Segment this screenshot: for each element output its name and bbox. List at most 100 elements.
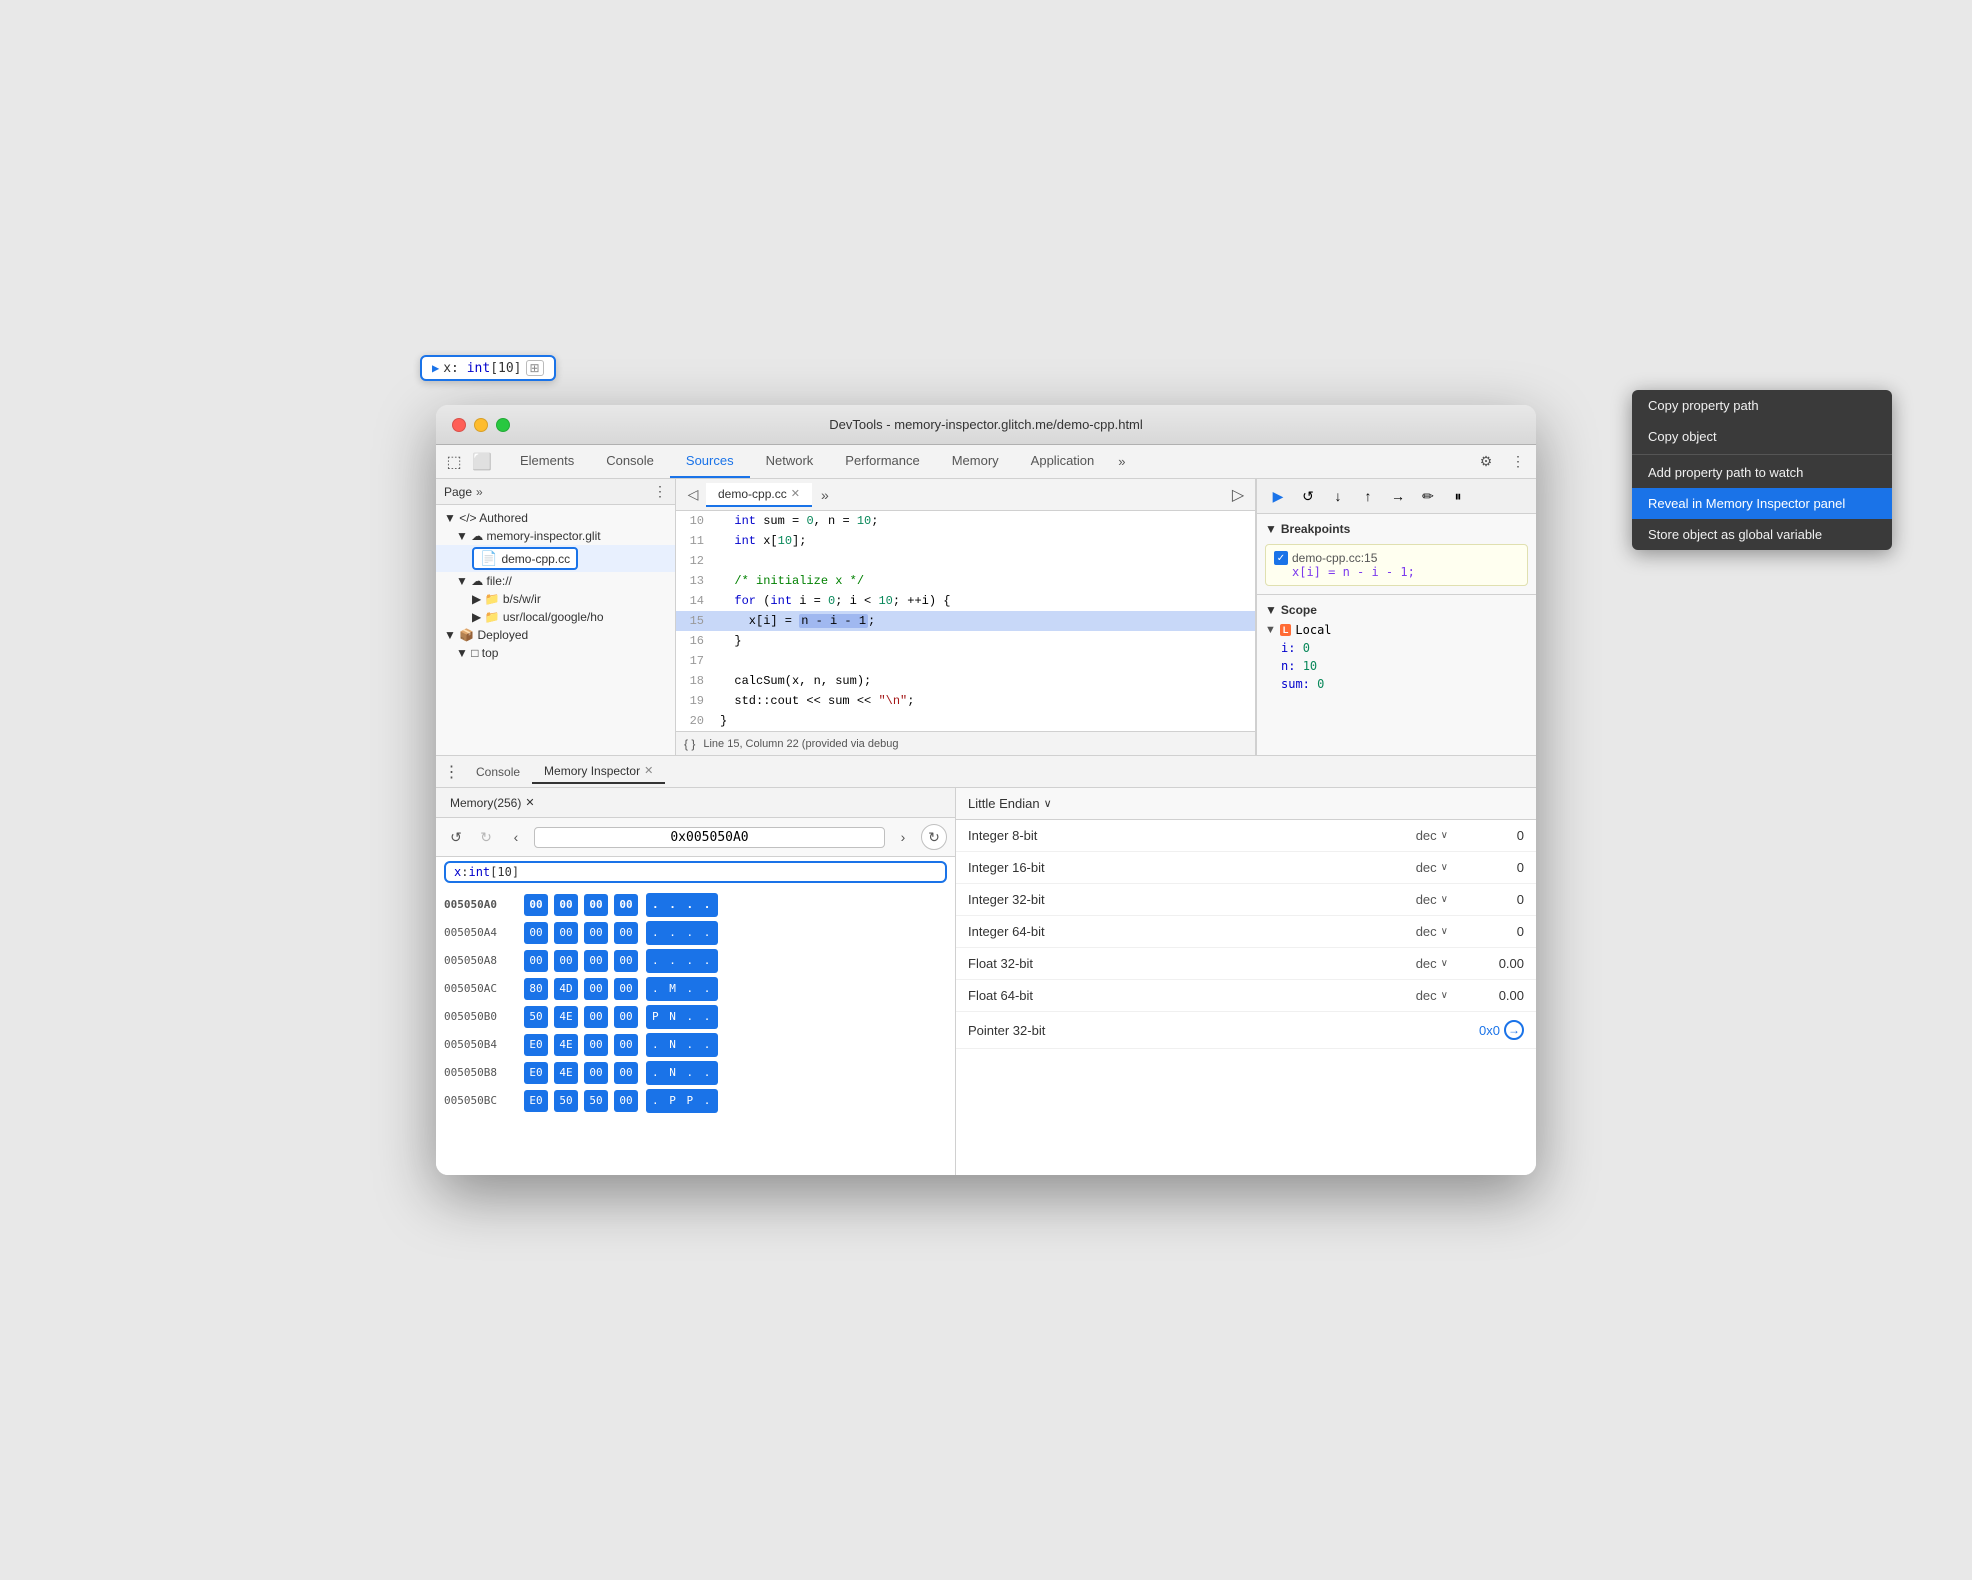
tab-application[interactable]: Application xyxy=(1015,445,1111,478)
tree-item-memory-inspector[interactable]: ▼ ☁ memory-inspector.glit xyxy=(436,527,675,545)
tab-more[interactable]: » xyxy=(1110,446,1133,477)
bottom-dots-menu[interactable]: ⋮ xyxy=(440,760,464,784)
tab-network[interactable]: Network xyxy=(750,445,830,478)
memory-fwd-btn[interactable]: ↻ xyxy=(474,825,498,849)
source-tab-close[interactable]: ✕ xyxy=(791,487,800,500)
mem-chars-2: . . . . xyxy=(646,949,718,973)
memory-row-4: 005050B0 50 4E 00 00 P N . . xyxy=(436,1003,955,1031)
data-row-ptr32: Pointer 32-bit 0x0 → xyxy=(956,1012,1536,1049)
tree-authored-label: ▼ </> Authored xyxy=(444,511,528,525)
tree-item-file[interactable]: ▼ ☁ file:// xyxy=(436,572,675,590)
tree-item-usr[interactable]: ▶ 📁 usr/local/google/ho xyxy=(436,608,675,626)
format-chevron-int8: ∨ xyxy=(1441,830,1448,841)
endian-label: Little Endian xyxy=(968,796,1040,811)
tree-item-authored[interactable]: ▼ </> Authored xyxy=(436,509,675,527)
source-nav-back[interactable]: ◁ xyxy=(680,482,706,508)
debug-deactivate[interactable]: ✏ xyxy=(1415,483,1441,509)
file-panel-more[interactable]: » xyxy=(476,485,483,499)
mem-chars-5: . N . . xyxy=(646,1033,718,1057)
scope-title: Scope xyxy=(1281,603,1317,617)
memory-row-3: 005050AC 80 4D 00 00 . M . . xyxy=(436,975,955,1003)
debug-reload[interactable]: ↺ xyxy=(1295,483,1321,509)
mem-chars-7: . P P . xyxy=(646,1089,718,1113)
status-text: Line 15, Column 22 (provided via debug xyxy=(703,738,898,750)
bp-checkbox[interactable]: ✓ xyxy=(1274,551,1288,565)
tree-item-demo-cpp[interactable]: 📄 demo-cpp.cc xyxy=(436,545,675,572)
memory-row-2: 005050A8 00 00 00 00 . . . . xyxy=(436,947,955,975)
tab-memory[interactable]: Memory xyxy=(936,445,1015,478)
format-float32[interactable]: dec ∨ xyxy=(1416,956,1448,971)
scope-var-n: n: 10 xyxy=(1265,657,1528,675)
memory-prev-btn[interactable]: ‹ xyxy=(504,825,528,849)
type-int32: Integer 32-bit xyxy=(968,892,1416,907)
memory-inspector-tab-label: Memory Inspector xyxy=(544,764,640,778)
memory-tab-close[interactable]: ✕ xyxy=(525,796,534,809)
memory-inspector-close[interactable]: ✕ xyxy=(644,764,653,777)
bottom-tab-console[interactable]: Console xyxy=(464,761,532,783)
memory-address-input[interactable] xyxy=(534,827,885,848)
code-line-18: 18 calcSum(x, n, sum); xyxy=(676,671,1255,691)
mem-chars-6: . N . . xyxy=(646,1061,718,1085)
bottom-content: Memory(256) ✕ ↺ ↻ ‹ › ↻ x : xyxy=(436,788,1536,1175)
close-button[interactable] xyxy=(452,418,466,432)
debug-step-out[interactable]: → xyxy=(1385,483,1411,509)
debug-pause[interactable]: ⏸ xyxy=(1445,483,1471,509)
bp-file-label: demo-cpp.cc:15 xyxy=(1292,551,1377,565)
breakpoints-header: ▼ Breakpoints xyxy=(1265,518,1528,540)
mem-bytes-3: 80 4D 00 00 xyxy=(524,978,638,1000)
memory-refresh-btn[interactable]: ↻ xyxy=(921,824,947,850)
code-line-12: 12 xyxy=(676,551,1255,571)
code-line-20: 20 } xyxy=(676,711,1255,731)
breakpoint-item[interactable]: ✓ demo-cpp.cc:15 x[i] = n - i - 1; xyxy=(1265,544,1528,586)
bottom-tab-memory-inspector[interactable]: Memory Inspector ✕ xyxy=(532,760,665,784)
settings-icon[interactable]: ⚙ xyxy=(1472,448,1500,476)
format-icon[interactable]: { } xyxy=(684,737,695,751)
format-float64[interactable]: dec ∨ xyxy=(1416,988,1448,1003)
format-int64[interactable]: dec ∨ xyxy=(1416,924,1448,939)
inspect-icon[interactable]: ⬚ xyxy=(440,448,468,476)
code-line-10: 10 int sum = 0, n = 10; xyxy=(676,511,1255,531)
memory-back-btn[interactable]: ↺ xyxy=(444,825,468,849)
format-chevron-int16: ∨ xyxy=(1441,862,1448,873)
source-tab-demo-cpp[interactable]: demo-cpp.cc ✕ xyxy=(706,483,812,507)
tree-item-deployed[interactable]: ▼ 📦 Deployed xyxy=(436,626,675,644)
tree-item-top[interactable]: ▼ □ top xyxy=(436,644,675,662)
pointer-link-icon[interactable]: → xyxy=(1504,1020,1524,1040)
memory-tab-bar: Memory(256) ✕ xyxy=(436,788,955,818)
code-line-13: 13 /* initialize x */ xyxy=(676,571,1255,591)
source-run-icon[interactable]: ▷ xyxy=(1225,482,1251,508)
minimize-button[interactable] xyxy=(474,418,488,432)
value-int64: 0 xyxy=(1464,924,1524,939)
pointer-value[interactable]: 0x0 → xyxy=(1479,1020,1524,1040)
memory-panel: Memory(256) ✕ ↺ ↻ ‹ › ↻ x : xyxy=(436,788,956,1175)
tab-performance[interactable]: Performance xyxy=(829,445,935,478)
code-line-19: 19 std::cout << sum << "\n"; xyxy=(676,691,1255,711)
data-row-int32: Integer 32-bit dec ∨ 0 xyxy=(956,884,1536,916)
format-int32[interactable]: dec ∨ xyxy=(1416,892,1448,907)
file-panel-menu[interactable]: ⋮ xyxy=(653,483,667,500)
maximize-button[interactable] xyxy=(496,418,510,432)
tree-item-bsw[interactable]: ▶ 📁 b/s/w/ir xyxy=(436,590,675,608)
x-variable-badge[interactable]: x : int [10] xyxy=(444,861,947,883)
tab-console[interactable]: Console xyxy=(590,445,670,478)
source-tab-more[interactable]: » xyxy=(812,482,838,508)
memory-next-btn[interactable]: › xyxy=(891,825,915,849)
format-int16[interactable]: dec ∨ xyxy=(1416,860,1448,875)
debug-step-into[interactable]: ↑ xyxy=(1355,483,1381,509)
mem-bytes-2: 00 00 00 00 xyxy=(524,950,638,972)
value-int16: 0 xyxy=(1464,860,1524,875)
endian-selector[interactable]: Little Endian ∨ xyxy=(968,796,1052,811)
tab-elements[interactable]: Elements xyxy=(504,445,590,478)
memory-256-tab[interactable]: Memory(256) ✕ xyxy=(440,792,545,814)
type-ptr32: Pointer 32-bit xyxy=(968,1023,1309,1038)
tab-sources[interactable]: Sources xyxy=(670,445,750,478)
debug-play[interactable]: ▶ xyxy=(1265,483,1291,509)
debug-step-over[interactable]: ↓ xyxy=(1325,483,1351,509)
type-int16: Integer 16-bit xyxy=(968,860,1416,875)
menu-dots-icon[interactable]: ⋮ xyxy=(1504,448,1532,476)
bottom-tab-bar: ⋮ Console Memory Inspector ✕ xyxy=(436,756,1536,788)
scope-chevron: ▼ xyxy=(1265,603,1277,617)
device-icon[interactable]: ⬜ xyxy=(468,448,496,476)
format-int8[interactable]: dec ∨ xyxy=(1416,828,1448,843)
devtools-body: ⬚ ⬜ Elements Console Sources Network Per… xyxy=(436,445,1536,1175)
